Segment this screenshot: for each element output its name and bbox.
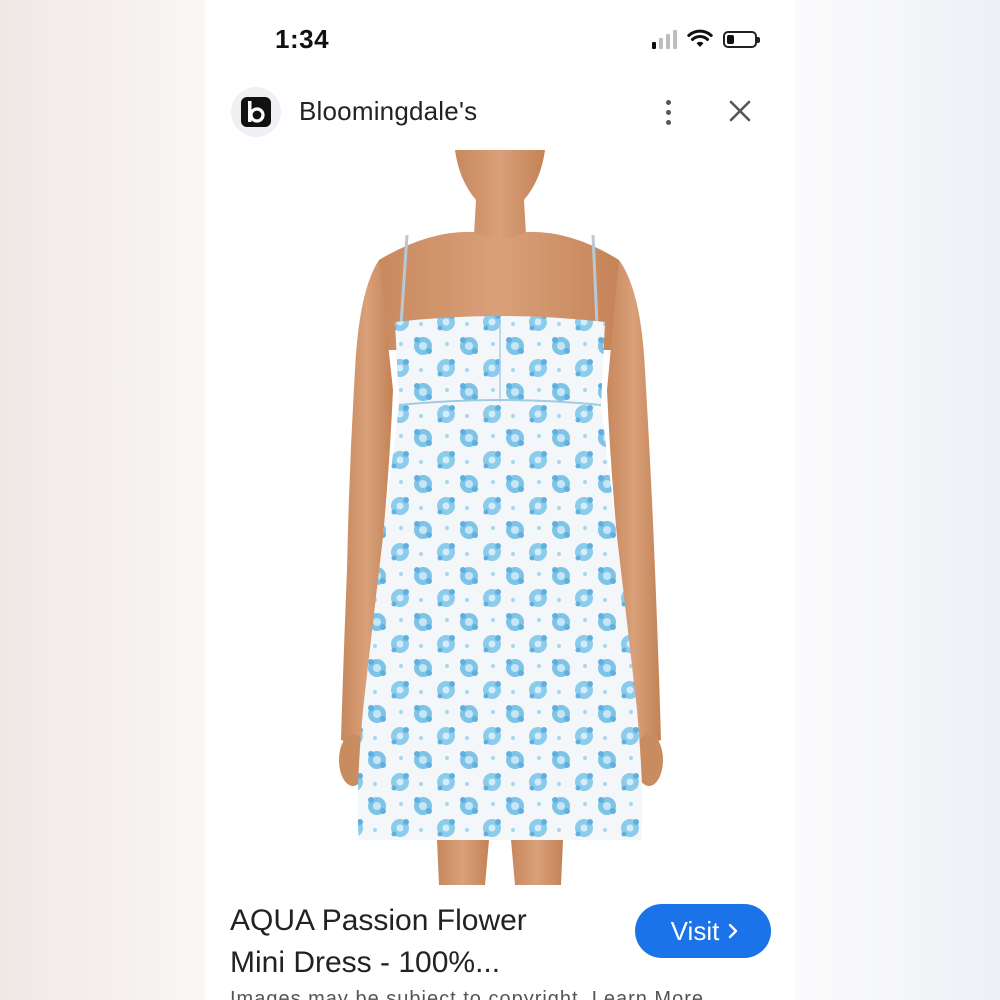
visit-button[interactable]: Visit [635, 904, 771, 958]
visit-button-label: Visit [670, 915, 720, 946]
bloomingdales-b-logo-icon[interactable] [231, 87, 281, 137]
phone-screen: 1:34 Bloomingdale's AQUA Passion Flower … [205, 0, 795, 1000]
product-title-line-1: AQUA Passion Flower [230, 904, 527, 937]
wifi-icon [687, 29, 713, 47]
status-bar: 1:34 [205, 0, 795, 80]
close-icon[interactable] [727, 98, 753, 124]
site-name[interactable]: Bloomingdale's [299, 96, 477, 127]
product-title-line-2: Mini Dress - 100%... [230, 946, 501, 979]
more-vertical-icon[interactable] [657, 94, 679, 130]
battery-low-icon [723, 30, 760, 48]
background-left [0, 0, 205, 1000]
chevron-right-icon [729, 923, 738, 939]
status-icons [652, 26, 760, 52]
source-header: Bloomingdale's [205, 84, 795, 140]
product-image[interactable] [319, 150, 681, 885]
background-right [795, 0, 1000, 1000]
copyright-subtext: Images may be subject to copyright. Lear… [230, 988, 704, 1000]
status-time: 1:34 [275, 24, 330, 54]
cellular-signal-icon [652, 29, 677, 49]
product-title[interactable]: AQUA Passion Flower Mini Dress - 100%... [230, 900, 590, 984]
